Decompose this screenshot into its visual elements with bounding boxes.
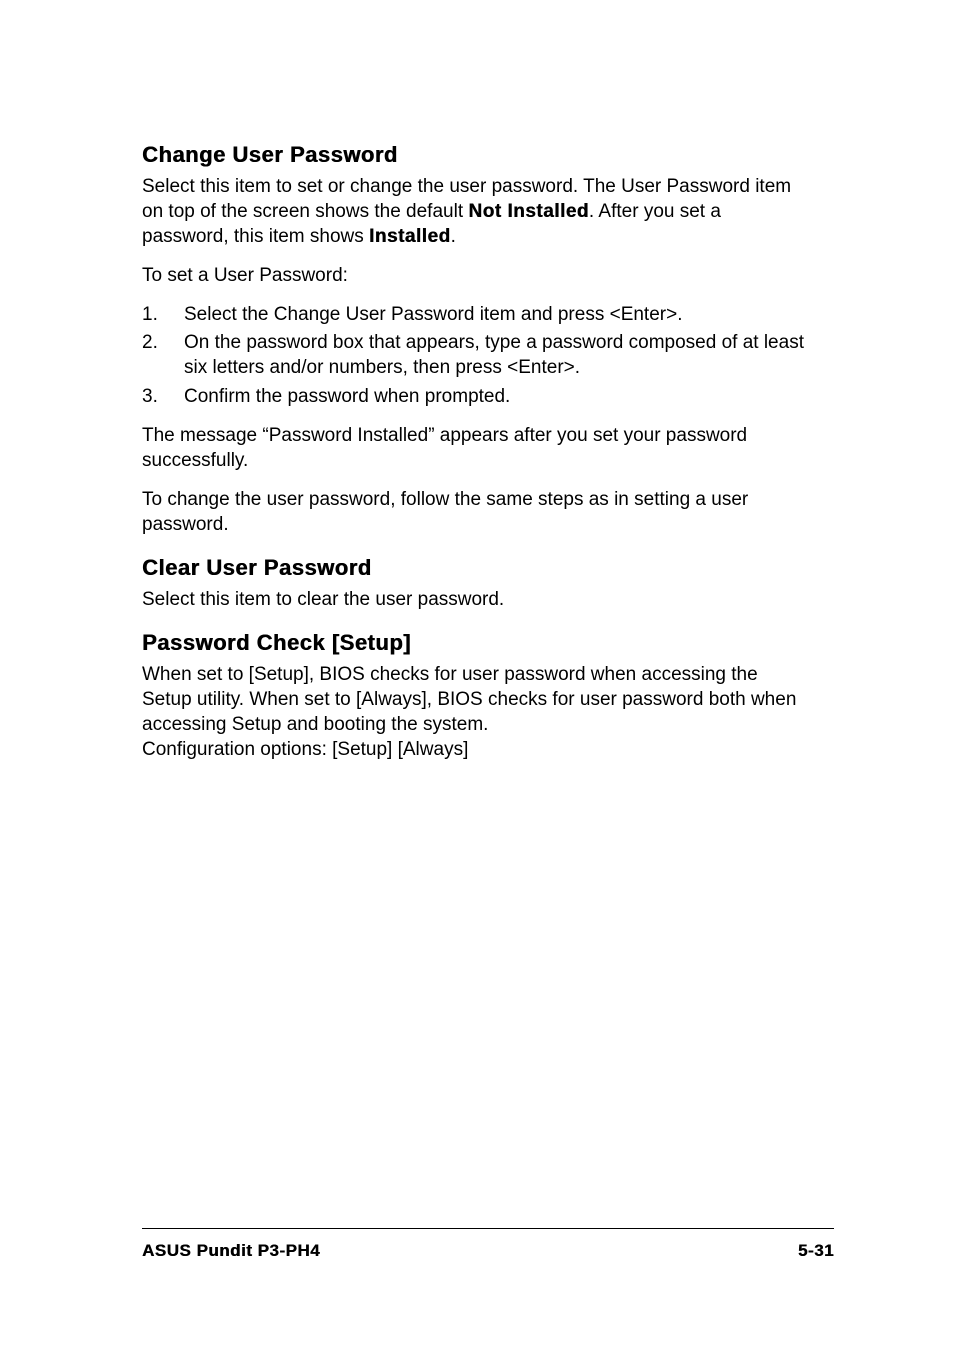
para-change-user-password-intro: Select this item to set or change the us…: [142, 174, 804, 249]
list-item: 2. On the password box that appears, typ…: [142, 330, 804, 380]
bold-not-installed: Not Installed: [468, 201, 589, 222]
para-password-check-options: Configuration options: [Setup] [Always]: [142, 737, 804, 762]
heading-change-user-password: Change User Password: [142, 142, 804, 168]
text-fragment: .: [451, 226, 456, 247]
steps-list: 1. Select the Change User Password item …: [142, 302, 804, 408]
heading-password-check: Password Check [Setup]: [142, 630, 804, 656]
step-text: On the password box that appears, type a…: [184, 330, 804, 380]
para-clear-user-password: Select this item to clear the user passw…: [142, 587, 804, 612]
step-text: Confirm the password when prompted.: [184, 384, 804, 409]
page-footer: ASUS Pundit P3-PH4 5-31: [142, 1228, 834, 1261]
section-password-check: Password Check [Setup] When set to [Setu…: [142, 630, 804, 762]
section-change-user-password: Change User Password Select this item to…: [142, 142, 804, 537]
step-number: 1.: [142, 302, 184, 327]
bold-installed: Installed: [369, 226, 451, 247]
heading-clear-user-password: Clear User Password: [142, 555, 804, 581]
footer-product-name: ASUS Pundit P3-PH4: [142, 1241, 320, 1261]
list-item: 3. Confirm the password when prompted.: [142, 384, 804, 409]
list-item: 1. Select the Change User Password item …: [142, 302, 804, 327]
para-to-set-user-password: To set a User Password:: [142, 263, 804, 288]
section-clear-user-password: Clear User Password Select this item to …: [142, 555, 804, 612]
para-change-follow-steps: To change the user password, follow the …: [142, 487, 804, 537]
para-password-check-desc: When set to [Setup], BIOS checks for use…: [142, 662, 804, 737]
manual-page: Change User Password Select this item to…: [0, 0, 954, 1351]
step-number: 3.: [142, 384, 184, 409]
page-content: Change User Password Select this item to…: [142, 142, 804, 762]
step-number: 2.: [142, 330, 184, 380]
footer-page-number: 5-31: [798, 1241, 834, 1261]
step-text: Select the Change User Password item and…: [184, 302, 804, 327]
para-password-installed-message: The message “Password Installed” appears…: [142, 423, 804, 473]
